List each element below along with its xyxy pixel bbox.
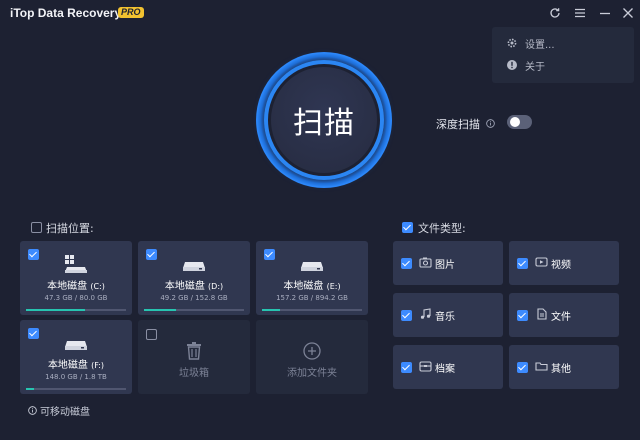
file-type-checkbox[interactable] bbox=[517, 310, 528, 321]
drive-icon bbox=[301, 262, 323, 271]
file-type-checkbox[interactable] bbox=[401, 258, 412, 269]
menu-item-about[interactable]: 关于 bbox=[506, 57, 545, 73]
file-type-label: 图片 bbox=[435, 260, 455, 271]
drive-usage-bar bbox=[26, 309, 126, 311]
file-type-checkbox[interactable] bbox=[401, 362, 412, 373]
drive-usage-bar bbox=[26, 388, 126, 390]
refresh-icon[interactable] bbox=[546, 4, 564, 22]
drive-card-e[interactable]: 本地磁盘 (E:) 157.2 GB / 894.2 GB bbox=[256, 241, 368, 315]
drive-usage-bar bbox=[262, 309, 362, 311]
minimize-icon[interactable] bbox=[596, 4, 614, 22]
drive-usage-bar bbox=[144, 309, 244, 311]
archive-icon bbox=[419, 361, 432, 372]
drive-name: 本地磁盘 (C:) bbox=[47, 281, 105, 292]
file-type-label: 档案 bbox=[435, 364, 455, 375]
menu-item-settings[interactable]: 设置... bbox=[506, 35, 555, 51]
drive-checkbox[interactable] bbox=[146, 249, 157, 260]
file-type-checkbox[interactable] bbox=[517, 258, 528, 269]
drive-size: 157.2 GB / 894.2 GB bbox=[276, 294, 348, 302]
info-icon bbox=[28, 406, 37, 415]
recycle-bin-checkbox[interactable] bbox=[146, 329, 157, 340]
file-type-documents[interactable]: 文件 bbox=[509, 293, 619, 337]
file-type-label: 音乐 bbox=[435, 312, 455, 323]
file-type-label: 文件 bbox=[551, 312, 571, 323]
drive-card-c[interactable]: 本地磁盘 (C:) 47.3 GB / 80.0 GB bbox=[20, 241, 132, 315]
title-bar: iTop Data Recovery 5.4 PRO bbox=[0, 0, 640, 26]
file-type-label: 视频 bbox=[551, 260, 571, 271]
scan-location-checkbox[interactable] bbox=[31, 222, 42, 233]
camera-icon bbox=[419, 257, 432, 268]
scan-button-label: 扫描 bbox=[293, 106, 355, 141]
file-type-checkbox[interactable] bbox=[517, 362, 528, 373]
trash-icon bbox=[187, 342, 201, 360]
folder-icon bbox=[535, 362, 548, 371]
deep-scan-label: 深度扫描 bbox=[436, 118, 480, 131]
menu-item-label: 设置... bbox=[525, 39, 555, 51]
add-folder-label: 添加文件夹 bbox=[287, 368, 337, 379]
drive-size: 49.2 GB / 152.8 GB bbox=[160, 294, 228, 302]
pro-badge: PRO bbox=[118, 7, 144, 18]
toggle-knob bbox=[510, 117, 520, 127]
file-type-music[interactable]: 音乐 bbox=[393, 293, 503, 337]
removable-disk-label: 可移动磁盘 bbox=[40, 407, 90, 418]
add-folder-card[interactable]: 添加文件夹 bbox=[256, 320, 368, 394]
removable-disk[interactable]: 可移动磁盘 bbox=[28, 403, 90, 418]
drive-checkbox[interactable] bbox=[264, 249, 275, 260]
settings-menu: 设置... 关于 bbox=[492, 27, 634, 83]
music-icon bbox=[420, 308, 431, 319]
file-type-checkbox[interactable] bbox=[401, 310, 412, 321]
drive-size: 47.3 GB / 80.0 GB bbox=[44, 294, 108, 302]
file-type-others[interactable]: 其他 bbox=[509, 345, 619, 389]
menu-icon[interactable] bbox=[571, 4, 589, 22]
windows-drive-icon bbox=[65, 255, 87, 273]
file-type-archives[interactable]: 档案 bbox=[393, 345, 503, 389]
drive-icon bbox=[183, 262, 205, 271]
file-type-images[interactable]: 图片 bbox=[393, 241, 503, 285]
drive-name: 本地磁盘 (D:) bbox=[164, 281, 224, 292]
drive-size: 148.0 GB / 1.8 TB bbox=[45, 373, 107, 381]
close-icon[interactable] bbox=[619, 4, 637, 22]
scan-location-header: 扫描位置: bbox=[46, 222, 94, 235]
deep-scan-info-icon[interactable] bbox=[486, 119, 495, 128]
file-type-label: 其他 bbox=[551, 364, 571, 375]
video-icon bbox=[535, 257, 548, 267]
drive-checkbox[interactable] bbox=[28, 328, 39, 339]
add-icon bbox=[303, 342, 321, 360]
file-type-videos[interactable]: 视频 bbox=[509, 241, 619, 285]
drive-icon bbox=[65, 341, 87, 350]
drive-card-f[interactable]: 本地磁盘 (F:) 148.0 GB / 1.8 TB bbox=[20, 320, 132, 394]
deep-scan-toggle[interactable] bbox=[507, 115, 532, 129]
recycle-bin-card[interactable]: 垃圾箱 bbox=[138, 320, 250, 394]
drive-name: 本地磁盘 (F:) bbox=[47, 360, 105, 371]
drive-checkbox[interactable] bbox=[28, 249, 39, 260]
document-icon bbox=[537, 308, 547, 320]
menu-item-label: 关于 bbox=[525, 61, 545, 73]
scan-button[interactable]: 扫描 bbox=[271, 67, 377, 173]
recycle-bin-label: 垃圾箱 bbox=[179, 368, 209, 379]
info-icon bbox=[507, 60, 517, 70]
drive-card-d[interactable]: 本地磁盘 (D:) 49.2 GB / 152.8 GB bbox=[138, 241, 250, 315]
gear-icon bbox=[507, 38, 517, 48]
drive-name: 本地磁盘 (E:) bbox=[283, 281, 341, 292]
file-types-checkbox[interactable] bbox=[402, 222, 413, 233]
file-types-header: 文件类型: bbox=[418, 222, 466, 235]
